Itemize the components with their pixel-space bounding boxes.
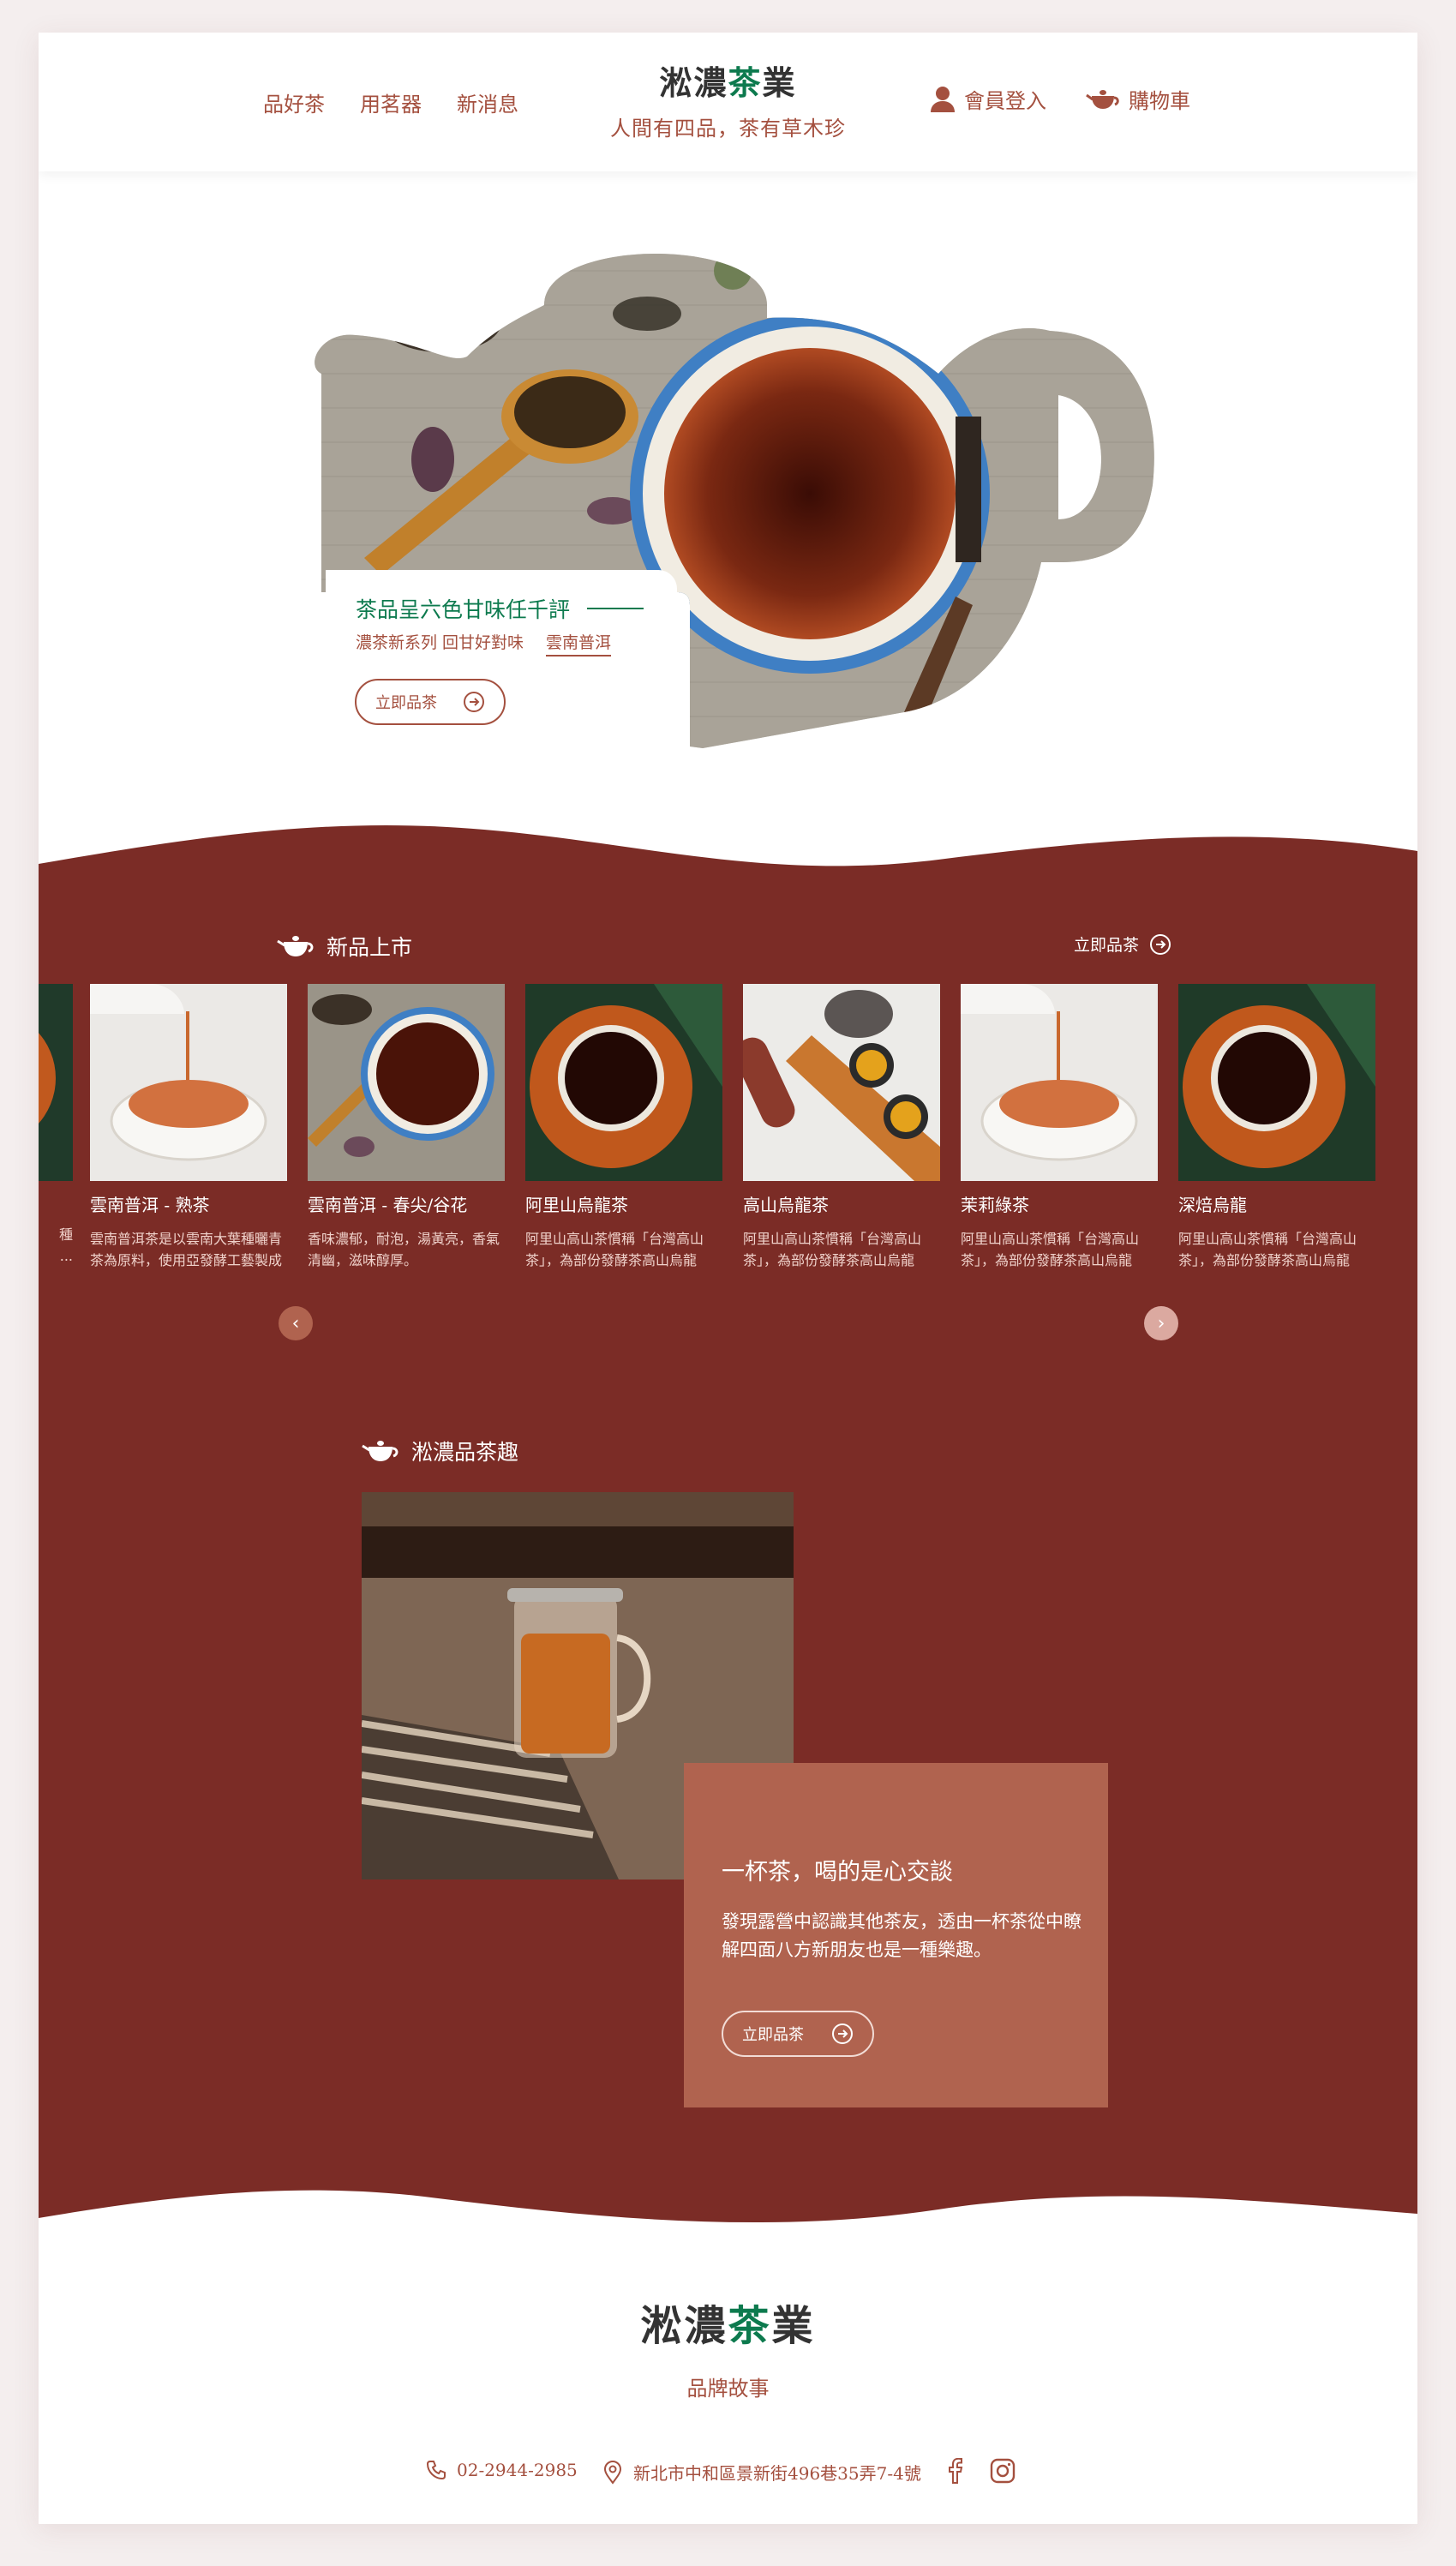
product-name: 雲南普洱 - 熟茶 (90, 1195, 210, 1215)
product-name: 茉莉綠茶 (961, 1195, 1029, 1215)
login-label: 會員登入 (964, 89, 1046, 113)
carousel-prev-button[interactable]: ‹ (279, 1306, 313, 1340)
product-image (743, 984, 940, 1181)
product-image (39, 984, 73, 1181)
product-name: 雲南普洱 - 春尖/谷花 (308, 1195, 468, 1215)
product-desc: 阿里山高山茶慣稱「台灣高山茶」，為部份發酵茶高山烏龍 (961, 1231, 1140, 1268)
facebook-icon[interactable] (945, 2458, 964, 2484)
product-desc: 香味濃郁，耐泡，湯黃亮，香氣清幽，滋味醇厚。 (308, 1231, 500, 1268)
arrow-right-circle-icon (1150, 933, 1171, 955)
product-desc: 種... (58, 1226, 73, 1264)
story-card-text: 發現露營中認識其他茶友，透由一杯茶從中瞭解四面八方新朋友也是一種樂趣。 (722, 1911, 1082, 1960)
story-cta-button[interactable]: 立即品茶 (722, 2011, 874, 2057)
hero-cta-button[interactable]: 立即品茶 (355, 679, 506, 725)
product-name: 深焙烏龍 (1178, 1195, 1247, 1215)
product-card[interactable]: 高山烏龍茶 阿里山高山茶慣稱「台灣高山茶」，為部份發酵茶高山烏龍 (743, 984, 940, 1271)
brand-text-b: 茶 (728, 63, 763, 102)
user-icon (931, 86, 955, 112)
carousel-next-button[interactable]: › (1144, 1306, 1178, 1340)
cart-label: 購物車 (1129, 89, 1190, 113)
teapot-icon (277, 936, 314, 956)
footer-phone[interactable]: 02-2944-2985 (426, 2460, 578, 2480)
arrow-right-circle-icon (464, 692, 484, 712)
product-card-partial[interactable]: 種... (39, 984, 73, 1267)
story-title: 淞濃品茶趣 (411, 1440, 519, 1465)
hero-cta-label: 立即品茶 (375, 694, 437, 712)
teapot-icon (362, 1441, 398, 1461)
footer-brand-text-b: 茶 (728, 2302, 772, 2350)
brand-text-c: 業 (762, 63, 797, 102)
footer-brand-logo[interactable]: 淞濃茶業 (39, 2292, 1417, 2352)
teapot-icon (1086, 89, 1119, 109)
page-frame: 品好茶 用茗器 新消息 淞濃茶業 人間有四品，茶有草木珍 會員登入 購物車 茶品… (39, 33, 1417, 2524)
hero-title: 茶品呈六色甘味任千評 (356, 597, 571, 622)
product-desc: 阿里山高山茶慣稱「台灣高山茶」，為部份發酵茶高山烏龍 (743, 1231, 922, 1268)
footer-brand-text-a: 淞濃 (640, 2302, 728, 2350)
product-card[interactable]: 雲南普洱 - 春尖/谷花 香味濃郁，耐泡，湯黃亮，香氣清幽，滋味醇厚。 (308, 984, 505, 1271)
new-arrivals-more-label: 立即品茶 (1074, 936, 1140, 955)
product-card[interactable]: 茉莉綠茶 阿里山高山茶慣稱「台灣高山茶」，為部份發酵茶高山烏龍 (961, 984, 1158, 1271)
brand-text-a: 淞濃 (659, 63, 728, 102)
brand-story-link[interactable]: 品牌故事 (39, 2371, 1417, 2401)
address-text: 新北市中和區景新街496巷35弄7-4號 (633, 2463, 921, 2484)
product-card[interactable]: 深焙烏龍 阿里山高山茶慣稱「台灣高山茶」，為部份發酵茶高山烏龍 (1178, 984, 1375, 1271)
product-name: 阿里山烏龍茶 (525, 1195, 628, 1215)
new-arrivals-more-link[interactable]: 立即品茶 (1074, 932, 1171, 956)
product-image (90, 984, 287, 1181)
chevron-left-icon: ‹ (291, 1312, 300, 1334)
chevron-right-icon: › (1157, 1312, 1165, 1334)
new-arrivals-title: 新品上市 (327, 935, 413, 960)
login-button[interactable]: 會員登入 (930, 84, 1046, 114)
arrow-right-circle-icon (832, 2023, 853, 2044)
location-pin-icon (603, 2460, 622, 2485)
product-image (1178, 984, 1375, 1181)
hero-subtitle: 濃茶新系列 回甘好對味 (356, 633, 524, 652)
cart-button[interactable]: 購物車 (1086, 84, 1190, 114)
product-image (961, 984, 1158, 1181)
instagram-icon[interactable] (990, 2458, 1016, 2484)
product-card[interactable]: 雲南普洱 - 熟茶 雲南普洱茶是以雲南大葉種曬青茶為原料，使用亞發酵工藝製成 (90, 984, 287, 1271)
product-name (39, 1191, 73, 1212)
product-image (525, 984, 722, 1181)
product-desc: 阿里山高山茶慣稱「台灣高山茶」，為部份發酵茶高山烏龍 (525, 1231, 704, 1268)
product-desc: 阿里山高山茶慣稱「台灣高山茶」，為部份發酵茶高山烏龍 (1178, 1231, 1357, 1268)
brand-tagline: 人間有四品，茶有草木珍 (610, 117, 846, 141)
hero-title-divider (587, 608, 644, 609)
product-image (308, 984, 505, 1181)
phone-number: 02-2944-2985 (457, 2460, 578, 2480)
product-card[interactable]: 阿里山烏龍茶 阿里山高山茶慣稱「台灣高山茶」，為部份發酵茶高山烏龍 (525, 984, 722, 1271)
footer-address: 新北市中和區景新街496巷35弄7-4號 (602, 2460, 921, 2485)
story-heading: 淞濃品茶趣 (362, 1436, 518, 1466)
product-desc: 雲南普洱茶是以雲南大葉種曬青茶為原料，使用亞發酵工藝製成 (90, 1231, 283, 1268)
product-name: 高山烏龍茶 (743, 1195, 829, 1215)
phone-icon (426, 2461, 446, 2480)
story-cta-label: 立即品茶 (742, 2026, 804, 2044)
new-arrivals-heading: 新品上市 (277, 931, 412, 962)
hero-subtitle-link[interactable]: 雲南普洱 (546, 630, 612, 656)
story-card-title: 一杯茶，喝的是心交談 (722, 1859, 953, 1886)
site-header: 品好茶 用茗器 新消息 淞濃茶業 人間有四品，茶有草木珍 會員登入 購物車 (39, 33, 1417, 171)
footer-brand-text-c: 業 (771, 2302, 816, 2350)
brand-logo[interactable]: 淞濃茶業 (39, 57, 1417, 104)
